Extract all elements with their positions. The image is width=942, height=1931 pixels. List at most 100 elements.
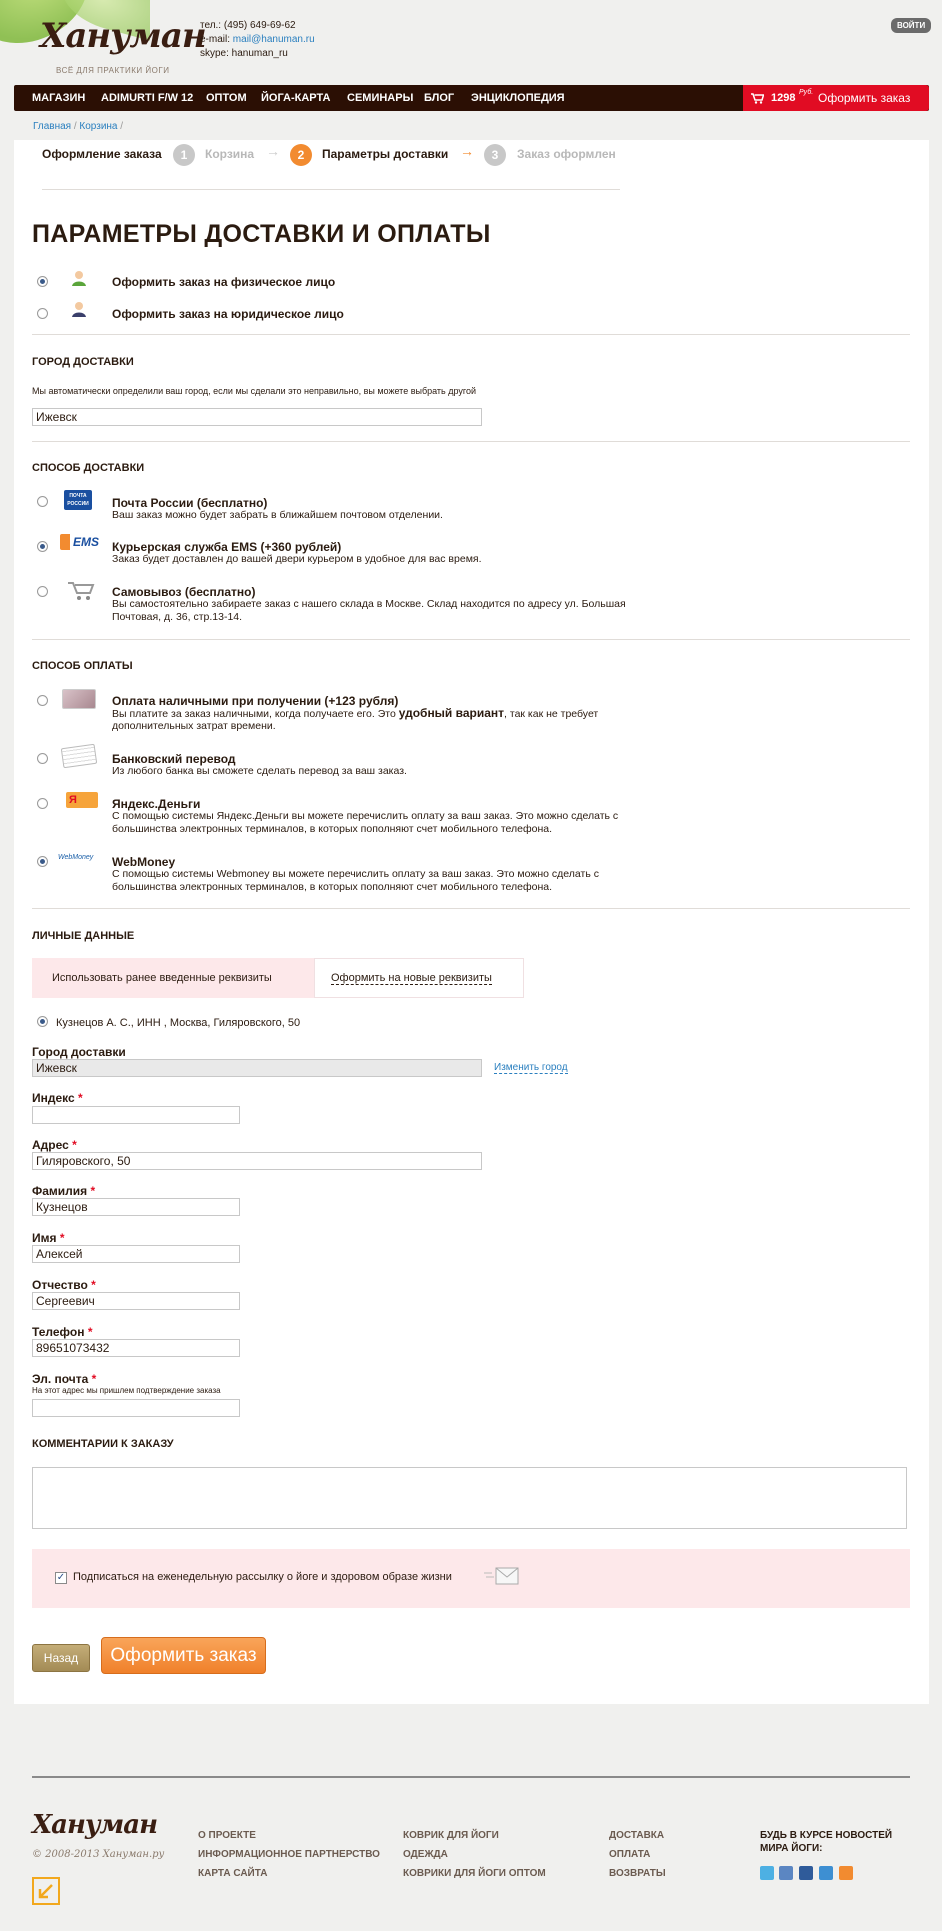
city-input[interactable]: Ижевск [32, 408, 482, 426]
phone-text: тел.: (495) 649-69-62 [200, 20, 296, 31]
twitter-icon[interactable] [760, 1866, 774, 1880]
legal-radio[interactable] [37, 308, 48, 319]
payment-option-title[interactable]: Оплата наличными при получении (+123 руб… [112, 694, 398, 708]
delivery-option-title[interactable]: Почта России (бесплатно) [112, 496, 267, 510]
footer-logo[interactable]: Хануман [32, 1810, 158, 1840]
payment-option-desc: С помощью системы Webmoney вы можете пер… [112, 868, 599, 880]
address-input[interactable]: Гиляровского, 50 [32, 1152, 482, 1170]
required-mark: * [90, 1184, 96, 1198]
vkontakte-icon[interactable] [799, 1866, 813, 1880]
comments-textarea[interactable] [32, 1467, 907, 1529]
divider [32, 639, 910, 640]
phone-label-text: Телефон [32, 1325, 85, 1339]
nav-item-adimurti[interactable]: ADIMURTI F/W 12 [101, 85, 193, 111]
payment-heading: СПОСОБ ОПЛАТЫ [32, 660, 133, 672]
footer-link[interactable]: ОДЕЖДА [403, 1849, 448, 1860]
payment-option-title[interactable]: Яндекс.Деньги [112, 797, 200, 811]
cart-amount: 1298 [771, 92, 796, 104]
city-field[interactable]: Ижевск [32, 1059, 482, 1077]
step-1-label[interactable]: Корзина [205, 147, 254, 161]
rss-icon[interactable] [839, 1866, 853, 1880]
phone-input[interactable]: 89651073432 [32, 1339, 240, 1357]
arrow-right-icon: → [266, 143, 280, 159]
login-button[interactable]: ВОЙТИ [891, 18, 932, 33]
surname-input[interactable]: Кузнецов [32, 1198, 240, 1216]
businessman-icon [72, 302, 86, 317]
yandex-money-radio[interactable] [37, 798, 48, 809]
name-label: Имя * [32, 1231, 65, 1245]
tab-new-label: Оформить на новые реквизиты [331, 972, 492, 985]
cart-button[interactable]: 1298 Руб. Оформить заказ [743, 85, 929, 111]
change-city-link[interactable]: Изменить город [494, 1062, 568, 1074]
tab-new-details[interactable]: Оформить на новые реквизиты [314, 958, 524, 998]
surname-label: Фамилия * [32, 1184, 95, 1198]
nav-item-yoga-map[interactable]: ЙОГА-КАРТА [261, 85, 330, 111]
tab-saved-details[interactable]: Использовать ранее введенные реквизиты [32, 958, 314, 998]
subscribe-checkbox[interactable]: ✓ [55, 1572, 67, 1584]
delivery-heading: СПОСОБ ДОСТАВКИ [32, 462, 145, 474]
payment-option-title[interactable]: Банковский перевод [112, 752, 236, 766]
legal-label[interactable]: Оформить заказ на юридическое лицо [112, 307, 344, 321]
livejournal-icon[interactable] [779, 1866, 793, 1880]
breadcrumb-home[interactable]: Главная [33, 121, 71, 132]
email-hint: На этот адрес мы пришлем подтверждение з… [32, 1386, 221, 1395]
payment-option-desc: Из любого банка вы сможете сделать перев… [112, 765, 407, 777]
cart-icon [68, 582, 95, 600]
webmoney-icon: WebMoney [58, 854, 94, 861]
delivery-option-title[interactable]: Самовывоз (бесплатно) [112, 585, 255, 599]
ems-radio[interactable] [37, 541, 48, 552]
email-label: e-mail: [200, 34, 231, 45]
breadcrumb-cart[interactable]: Корзина [79, 121, 117, 132]
site-logo[interactable]: Хануман [40, 16, 207, 56]
bank-transfer-radio[interactable] [37, 753, 48, 764]
name-input[interactable]: Алексей [32, 1245, 240, 1263]
footer-link[interactable]: ДОСТАВКА [609, 1830, 664, 1841]
pickup-radio[interactable] [37, 586, 48, 597]
index-input[interactable] [32, 1106, 240, 1124]
footer-link[interactable]: КАРТА САЙТА [198, 1868, 267, 1879]
footer-link[interactable]: О ПРОЕКТЕ [198, 1830, 256, 1841]
nav-item-encyclopedia[interactable]: ЭНЦИКЛОПЕДИЯ [471, 85, 565, 111]
header-contacts: тел.: (495) 649-69-62 e-mail: mail@hanum… [200, 19, 315, 61]
footer-link[interactable]: КОВРИК ДЛЯ ЙОГИ [403, 1830, 499, 1841]
nav-item-shop[interactable]: МАГАЗИН [32, 85, 85, 111]
payment-option-title[interactable]: WebMoney [112, 855, 175, 869]
footer-link[interactable]: ВОЗВРАТЫ [609, 1868, 666, 1879]
cash-radio[interactable] [37, 695, 48, 706]
subscribe-label[interactable]: Подписаться на еженедельную рассылку о й… [73, 1571, 452, 1583]
nav-item-blog[interactable]: БЛОГ [424, 85, 454, 111]
patronymic-label: Отчество * [32, 1278, 96, 1292]
individual-label[interactable]: Оформить заказ на физическое лицо [112, 275, 335, 289]
saved-record-radio[interactable] [37, 1016, 48, 1027]
footer-link[interactable]: ОПЛАТА [609, 1849, 650, 1860]
back-button[interactable]: Назад [32, 1644, 90, 1672]
steps-title: Оформление заказа [42, 147, 162, 161]
required-mark: * [91, 1372, 97, 1386]
footer-link[interactable]: КОВРИКИ ДЛЯ ЙОГИ ОПТОМ [403, 1868, 546, 1879]
email-link[interactable]: mail@hanuman.ru [233, 34, 315, 45]
footer-link[interactable]: ИНФОРМАЦИОННОЕ ПАРТНЕРСТВО [198, 1849, 380, 1860]
individual-radio[interactable] [37, 276, 48, 287]
comments-heading: КОММЕНТАРИИ К ЗАКАЗУ [32, 1438, 174, 1450]
step-1-number: 1 [173, 144, 195, 166]
mail-icon[interactable] [819, 1866, 833, 1880]
webmoney-radio[interactable] [37, 856, 48, 867]
nav-item-wholesale[interactable]: ОПТОМ [206, 85, 247, 111]
arrow-icon [38, 1884, 53, 1899]
russian-post-radio[interactable] [37, 496, 48, 507]
required-mark: * [72, 1138, 77, 1152]
patronymic-input[interactable]: Сергеевич [32, 1292, 240, 1310]
nav-item-seminars[interactable]: СЕМИНАРЫ [347, 85, 413, 111]
copyright: © 2008-2013 Хануман.ру [32, 1849, 165, 1860]
phone-label: Телефон * [32, 1325, 92, 1339]
breadcrumb: Главная / Корзина / [33, 121, 124, 132]
designer-logo[interactable] [32, 1877, 60, 1905]
saved-record-label[interactable]: Кузнецов А. С., ИНН , Москва, Гиляровско… [56, 1017, 300, 1029]
divider [42, 189, 620, 190]
cart-icon [751, 93, 764, 104]
email-input[interactable] [32, 1399, 240, 1417]
place-order-button[interactable]: Оформить заказ [101, 1637, 266, 1674]
cash-icon [62, 689, 96, 709]
delivery-option-title[interactable]: Курьерская служба EMS (+360 рублей) [112, 540, 341, 554]
skype-text: skype: hanuman_ru [200, 48, 288, 59]
